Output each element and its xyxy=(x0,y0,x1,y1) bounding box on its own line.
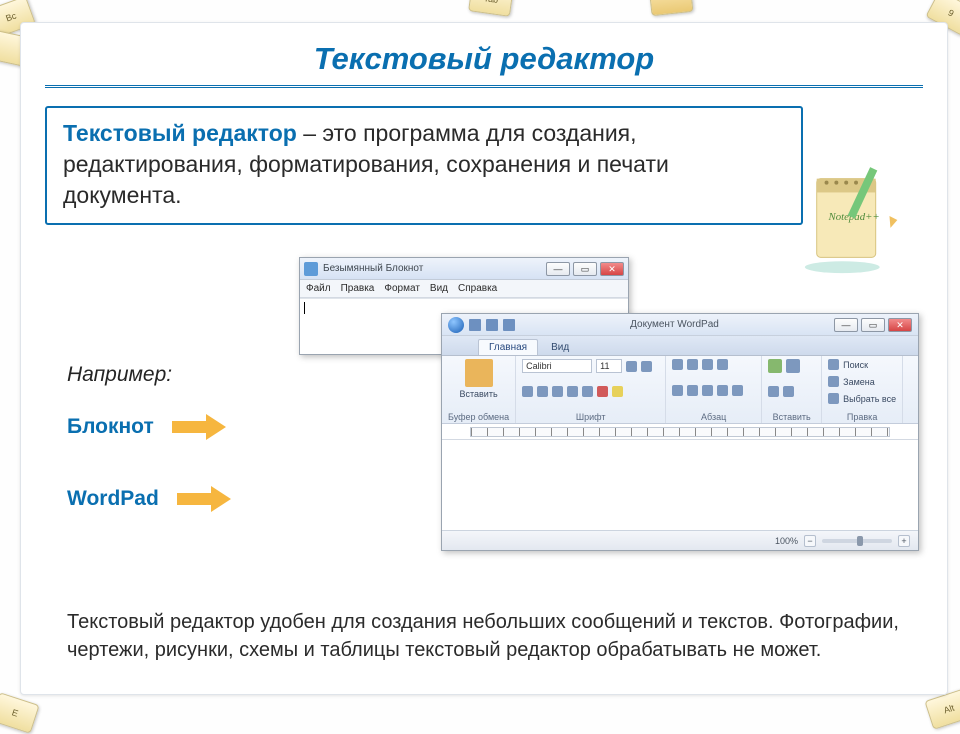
group-label-font: Шрифт xyxy=(522,410,659,422)
definition-text: Текстовый редактор – это программа для с… xyxy=(63,118,785,211)
close-button[interactable]: ✕ xyxy=(888,318,912,332)
font-name-select[interactable]: Calibri xyxy=(522,359,592,373)
qat-undo-icon[interactable] xyxy=(486,319,498,331)
ribbon-group-editing: Поиск Замена Выбрать все Правка xyxy=(822,356,903,423)
example-wordpad-name: WordPad xyxy=(67,487,159,511)
wordpad-titlebar: Документ WordPad — ▭ ✕ xyxy=(442,314,918,336)
app-menu-button[interactable] xyxy=(448,317,464,333)
wordpad-statusbar: 100% − + xyxy=(442,530,918,550)
group-label-paragraph: Абзац xyxy=(672,410,755,422)
qat-redo-icon[interactable] xyxy=(503,319,515,331)
line-spacing-icon[interactable] xyxy=(717,359,728,370)
wordpad-title-text: Документ WordPad xyxy=(520,319,829,330)
examples-block: Например: Блокнот WordPad xyxy=(67,363,267,559)
bullets-icon[interactable] xyxy=(702,359,713,370)
ruler xyxy=(442,424,918,440)
replace-label[interactable]: Замена xyxy=(843,377,875,387)
example-notepad-row: Блокнот xyxy=(67,415,267,439)
font-size-select[interactable]: 11 xyxy=(596,359,622,373)
ribbon: Вставить Буфер обмена Calibri 11 xyxy=(442,356,918,424)
text-cursor xyxy=(304,302,305,314)
notepad-title-text: Безымянный Блокнот xyxy=(323,263,546,274)
find-icon[interactable] xyxy=(828,359,839,370)
definition-term: Текстовый редактор xyxy=(63,120,297,146)
insert-picture-icon[interactable] xyxy=(768,359,782,373)
arrow-icon xyxy=(172,417,228,437)
grow-font-icon[interactable] xyxy=(626,361,637,372)
shrink-font-icon[interactable] xyxy=(641,361,652,372)
zoom-slider[interactable] xyxy=(822,539,892,543)
paragraph-dialog-icon[interactable] xyxy=(732,385,743,396)
font-color-icon[interactable] xyxy=(597,386,608,397)
align-left-icon[interactable] xyxy=(672,385,683,396)
zoom-thumb[interactable] xyxy=(857,536,863,546)
highlight-icon[interactable] xyxy=(612,386,623,397)
ribbon-group-insert: Вставить xyxy=(762,356,822,423)
underline-icon[interactable] xyxy=(552,386,563,397)
tab-view[interactable]: Вид xyxy=(540,339,580,355)
group-label-editing: Правка xyxy=(828,410,896,422)
justify-icon[interactable] xyxy=(717,385,728,396)
example-wordpad-row: WordPad xyxy=(67,487,267,511)
dec-indent-icon[interactable] xyxy=(672,359,683,370)
minimize-button[interactable]: — xyxy=(546,262,570,276)
menu-file[interactable]: Файл xyxy=(306,283,331,294)
qat-save-icon[interactable] xyxy=(469,319,481,331)
tab-home[interactable]: Главная xyxy=(478,339,538,355)
bold-icon[interactable] xyxy=(522,386,533,397)
group-label-clipboard: Буфер обмена xyxy=(448,410,509,422)
menu-format[interactable]: Формат xyxy=(384,283,420,294)
align-center-icon[interactable] xyxy=(687,385,698,396)
group-label-insert: Вставить xyxy=(768,410,815,422)
insert-drawing-icon[interactable] xyxy=(786,359,800,373)
arrow-icon xyxy=(177,489,233,509)
select-all-icon[interactable] xyxy=(828,393,839,404)
zoom-value: 100% xyxy=(775,536,798,546)
example-notepad-name: Блокнот xyxy=(67,415,154,439)
subscript-icon[interactable] xyxy=(582,386,593,397)
menu-edit[interactable]: Правка xyxy=(341,283,375,294)
definition-box: Текстовый редактор – это программа для с… xyxy=(45,106,803,225)
examples-label: Например: xyxy=(67,363,267,387)
select-all-label[interactable]: Выбрать все xyxy=(843,394,896,404)
italic-icon[interactable] xyxy=(537,386,548,397)
zoom-out-button[interactable]: − xyxy=(804,535,816,547)
page-title: Текстовый редактор xyxy=(45,41,923,77)
menu-help[interactable]: Справка xyxy=(458,283,497,294)
notepad-titlebar: Безымянный Блокнот — ▭ ✕ xyxy=(300,258,628,280)
ribbon-tabs: Главная Вид xyxy=(442,336,918,356)
strike-icon[interactable] xyxy=(567,386,578,397)
maximize-button[interactable]: ▭ xyxy=(573,262,597,276)
paste-label: Вставить xyxy=(460,389,498,399)
ribbon-group-paragraph: Абзац xyxy=(666,356,762,423)
keycap-decor: Tab xyxy=(468,0,514,17)
menu-view[interactable]: Вид xyxy=(430,283,448,294)
keycap-decor: E xyxy=(0,692,40,734)
replace-icon[interactable] xyxy=(828,376,839,387)
notepad-plus-icon: Notepad++ xyxy=(799,158,917,278)
align-right-icon[interactable] xyxy=(702,385,713,396)
slide-frame: Текстовый редактор Текстовый редактор – … xyxy=(20,22,948,695)
find-label[interactable]: Поиск xyxy=(843,360,868,370)
maximize-button[interactable]: ▭ xyxy=(861,318,885,332)
ruler-track[interactable] xyxy=(470,427,890,437)
footnote-text: Текстовый редактор удобен для создания н… xyxy=(67,608,907,664)
wordpad-document-area[interactable] xyxy=(442,440,918,530)
wordpad-window: Документ WordPad — ▭ ✕ Главная Вид Встав… xyxy=(441,313,919,551)
title-divider xyxy=(45,85,923,88)
notepad-menubar: Файл Правка Формат Вид Справка xyxy=(300,280,628,298)
insert-datetime-icon[interactable] xyxy=(768,386,779,397)
ribbon-group-font: Calibri 11 Шрифт xyxy=(516,356,666,423)
insert-object-icon[interactable] xyxy=(783,386,794,397)
zoom-in-button[interactable]: + xyxy=(898,535,910,547)
close-button[interactable]: ✕ xyxy=(600,262,624,276)
paste-icon[interactable] xyxy=(465,359,493,387)
minimize-button[interactable]: — xyxy=(834,318,858,332)
notepad-app-icon xyxy=(304,262,318,276)
ribbon-group-clipboard: Вставить Буфер обмена xyxy=(442,356,516,423)
keycap-decor xyxy=(649,0,694,16)
inc-indent-icon[interactable] xyxy=(687,359,698,370)
